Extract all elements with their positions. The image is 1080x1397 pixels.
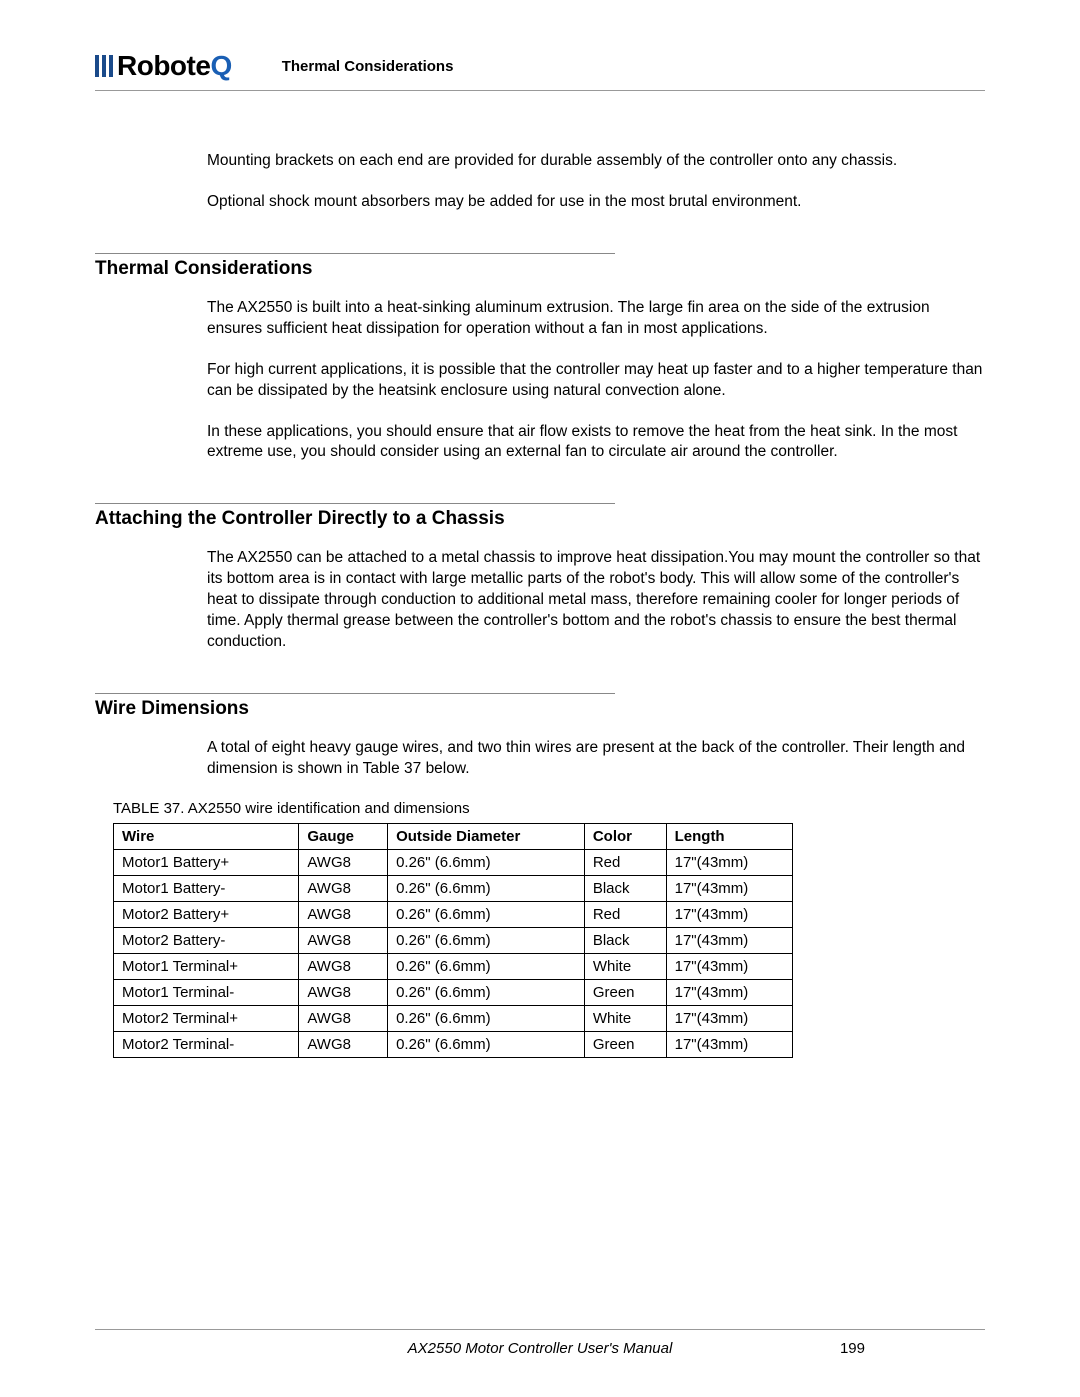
table-cell: Motor1 Battery+ — [114, 849, 299, 875]
table-row: Motor2 Terminal-AWG80.26" (6.6mm)Green17… — [114, 1031, 793, 1057]
table-cell: 0.26" (6.6mm) — [388, 849, 585, 875]
table-cell: Motor2 Battery+ — [114, 901, 299, 927]
table-cell: Motor1 Terminal+ — [114, 953, 299, 979]
table-row: Motor1 Battery+AWG80.26" (6.6mm)Red17"(4… — [114, 849, 793, 875]
wire-table: Wire Gauge Outside Diameter Color Length… — [113, 823, 793, 1058]
logo-text: Robote — [117, 50, 210, 82]
th-color: Color — [584, 823, 666, 849]
table-row: Motor1 Battery-AWG80.26" (6.6mm)Black17"… — [114, 875, 793, 901]
table-cell: Black — [584, 927, 666, 953]
table-cell: 0.26" (6.6mm) — [388, 1031, 585, 1057]
page-footer: AX2550 Motor Controller User's Manual 19… — [95, 1329, 985, 1357]
table-caption: TABLE 37. AX2550 wire identification and… — [113, 800, 985, 817]
logo-bars-icon — [95, 55, 113, 77]
table-cell: Red — [584, 901, 666, 927]
table-row: Motor2 Battery-AWG80.26" (6.6mm)Black17"… — [114, 927, 793, 953]
intro-paragraph-2: Optional shock mount absorbers may be ad… — [207, 192, 985, 213]
table-cell: 17"(43mm) — [666, 979, 792, 1005]
table-row: Motor2 Terminal+AWG80.26" (6.6mm)White17… — [114, 1005, 793, 1031]
footer-page-number: 199 — [840, 1340, 865, 1357]
logo-q: Q — [210, 50, 231, 82]
table-cell: 0.26" (6.6mm) — [388, 927, 585, 953]
wire-p1: A total of eight heavy gauge wires, and … — [207, 738, 985, 780]
header-section-title: Thermal Considerations — [282, 58, 454, 75]
page-header: RoboteQ Thermal Considerations — [95, 50, 985, 91]
table-row: Motor2 Battery+AWG80.26" (6.6mm)Red17"(4… — [114, 901, 793, 927]
table-cell: 17"(43mm) — [666, 849, 792, 875]
thermal-p2: For high current applications, it is pos… — [207, 360, 985, 402]
table-cell: 0.26" (6.6mm) — [388, 979, 585, 1005]
attaching-p1: The AX2550 can be attached to a metal ch… — [207, 548, 985, 653]
th-wire: Wire — [114, 823, 299, 849]
thermal-p1: The AX2550 is built into a heat-sinking … — [207, 298, 985, 340]
table-cell: White — [584, 953, 666, 979]
section-title-thermal: Thermal Considerations — [95, 258, 985, 280]
table-cell: Green — [584, 1031, 666, 1057]
table-cell: 0.26" (6.6mm) — [388, 901, 585, 927]
thermal-p3: In these applications, you should ensure… — [207, 422, 985, 464]
table-cell: White — [584, 1005, 666, 1031]
table-cell: Motor1 Battery- — [114, 875, 299, 901]
table-cell: 17"(43mm) — [666, 901, 792, 927]
th-gauge: Gauge — [299, 823, 388, 849]
logo: RoboteQ — [95, 50, 232, 82]
table-cell: 0.26" (6.6mm) — [388, 875, 585, 901]
table-cell: Red — [584, 849, 666, 875]
table-cell: Black — [584, 875, 666, 901]
section-divider — [95, 253, 615, 254]
section-divider — [95, 693, 615, 694]
table-cell: AWG8 — [299, 927, 388, 953]
footer-title: AX2550 Motor Controller User's Manual — [408, 1340, 673, 1357]
table-row: Motor1 Terminal-AWG80.26" (6.6mm)Green17… — [114, 979, 793, 1005]
section-title-wire: Wire Dimensions — [95, 698, 985, 720]
table-cell: Motor2 Terminal- — [114, 1031, 299, 1057]
table-cell: Motor2 Terminal+ — [114, 1005, 299, 1031]
table-cell: AWG8 — [299, 1005, 388, 1031]
table-cell: AWG8 — [299, 953, 388, 979]
th-diameter: Outside Diameter — [388, 823, 585, 849]
table-cell: 17"(43mm) — [666, 1005, 792, 1031]
table-cell: AWG8 — [299, 1031, 388, 1057]
table-cell: 17"(43mm) — [666, 953, 792, 979]
table-cell: Green — [584, 979, 666, 1005]
table-cell: AWG8 — [299, 901, 388, 927]
table-cell: 0.26" (6.6mm) — [388, 953, 585, 979]
table-cell: 0.26" (6.6mm) — [388, 1005, 585, 1031]
th-length: Length — [666, 823, 792, 849]
intro-paragraph-1: Mounting brackets on each end are provid… — [207, 151, 985, 172]
table-cell: 17"(43mm) — [666, 927, 792, 953]
table-cell: Motor1 Terminal- — [114, 979, 299, 1005]
section-title-attaching: Attaching the Controller Directly to a C… — [95, 508, 985, 530]
table-cell: 17"(43mm) — [666, 875, 792, 901]
table-cell: 17"(43mm) — [666, 1031, 792, 1057]
table-cell: AWG8 — [299, 979, 388, 1005]
table-cell: Motor2 Battery- — [114, 927, 299, 953]
table-row: Motor1 Terminal+AWG80.26" (6.6mm)White17… — [114, 953, 793, 979]
table-cell: AWG8 — [299, 849, 388, 875]
section-divider — [95, 503, 615, 504]
table-cell: AWG8 — [299, 875, 388, 901]
table-header-row: Wire Gauge Outside Diameter Color Length — [114, 823, 793, 849]
